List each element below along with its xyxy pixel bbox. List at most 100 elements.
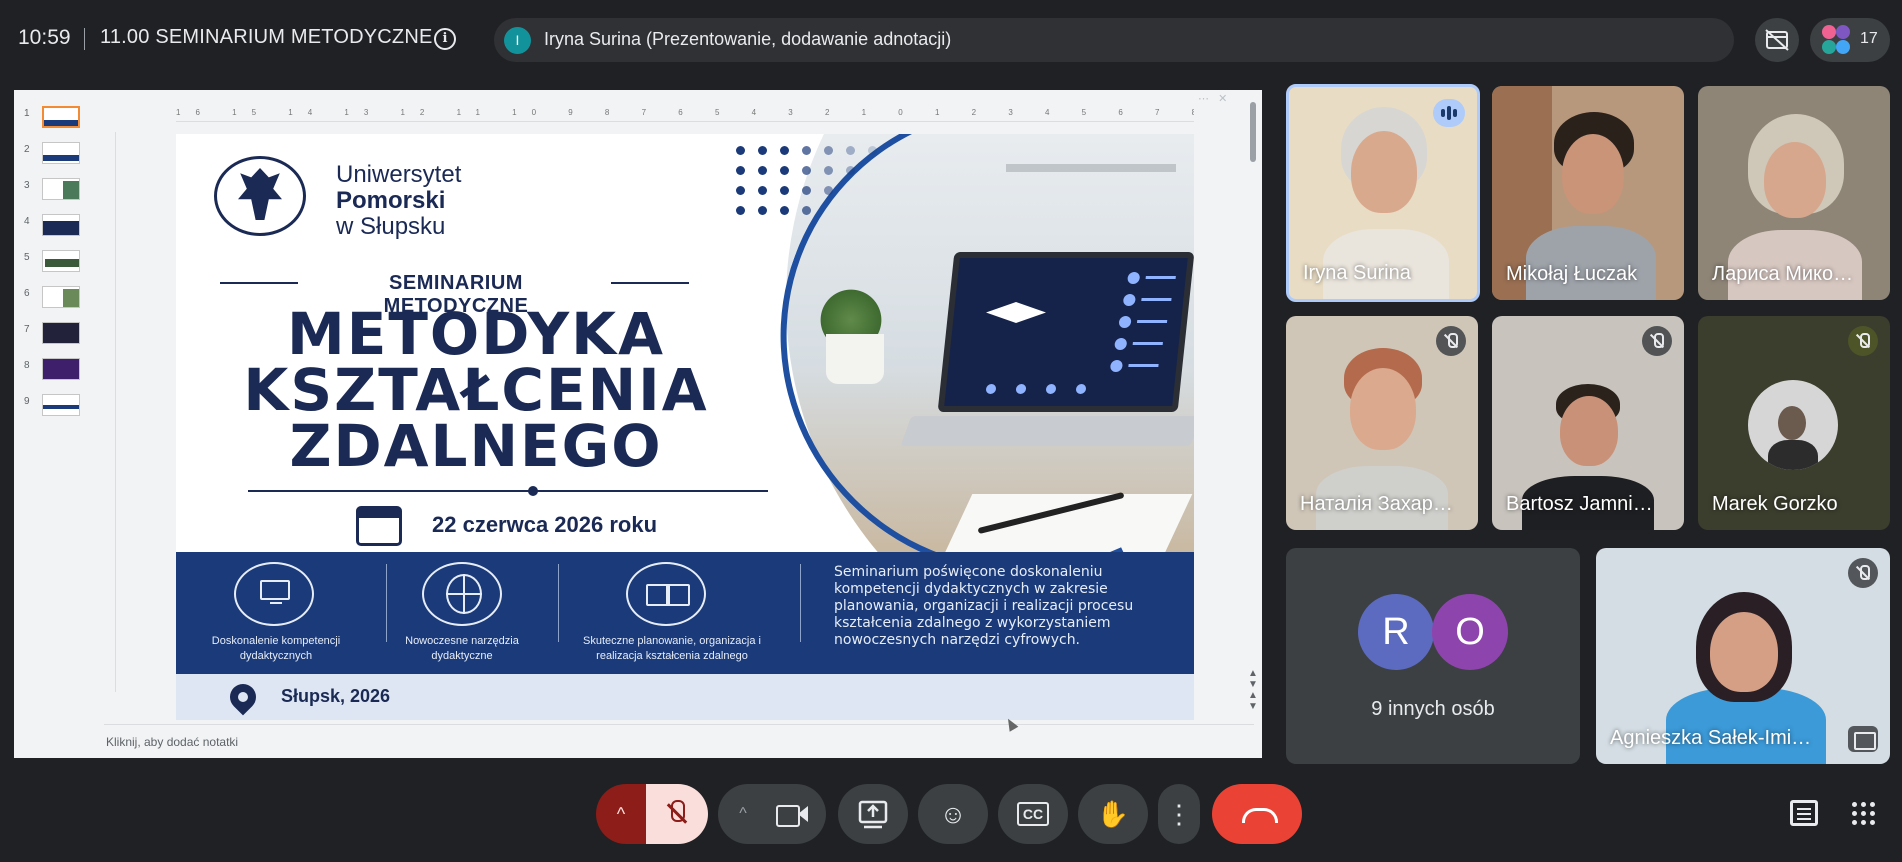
slide-title-line: KSZTAŁCENIA (243, 356, 709, 424)
recording-disabled-button[interactable] (1755, 18, 1799, 62)
participant-tile[interactable]: Agnieszka Sałek-Imi… (1596, 548, 1890, 764)
feature-caption: Doskonalenie kompetencji dydaktycznych (211, 635, 341, 662)
thumbnail-number: 2 (24, 144, 30, 155)
feature-divider (386, 564, 387, 642)
speaker-notes-field[interactable]: Kliknij, aby dodać notatki (104, 724, 1254, 754)
mini-avatar-icon (1836, 40, 1850, 54)
thumbnail-number: 9 (24, 396, 30, 407)
participant-tile[interactable]: Marek Gorzko (1698, 316, 1890, 530)
slide-thumbnail[interactable]: 8 (14, 356, 94, 386)
divider-dot (528, 486, 538, 496)
more-vert-icon: ⋮ (1166, 799, 1192, 829)
participant-tile[interactable]: Iryna Surina (1286, 84, 1480, 302)
thumbnail-number: 3 (24, 180, 30, 191)
participant-name: Agnieszka Sałek-Imi… (1610, 727, 1812, 749)
more-options-button[interactable]: ⋮ (1158, 784, 1200, 844)
raise-hand-button[interactable]: ✋ (1078, 784, 1148, 844)
participant-name: Bartosz Jamni… (1506, 493, 1653, 515)
slide-thumbnails-panel: 1 2 3 4 5 6 7 8 9 (14, 102, 94, 712)
divider-line (611, 282, 689, 284)
microphone-muted-button[interactable] (646, 784, 708, 844)
presentation-window-controls[interactable]: ⋯ ✕ (1198, 92, 1227, 105)
vertical-ruler (102, 132, 116, 692)
meeting-clock: 10:59 (18, 26, 71, 49)
scroll-arrows[interactable]: ▲ ▼ ▲ ▼ (1248, 668, 1258, 712)
slide-thumbnail[interactable]: 3 (14, 176, 94, 206)
participant-tile[interactable]: Лариса Мико… (1698, 86, 1890, 300)
slide-title-line: METODYKA (287, 300, 665, 368)
picture-in-picture-icon[interactable] (1848, 726, 1878, 752)
university-name-line: Pomorski (336, 187, 446, 214)
thumbnail-preview (42, 142, 80, 164)
participants-button[interactable]: 17 (1810, 18, 1890, 62)
leave-call-button[interactable] (1212, 784, 1302, 844)
avatar-icon: O (1432, 594, 1508, 670)
slide-thumbnail[interactable]: 9 (14, 392, 94, 422)
book-icon (626, 562, 706, 626)
thumbnail-preview (42, 178, 80, 200)
slide-thumbnail[interactable]: 5 (14, 248, 94, 278)
university-name-line: w Słupsku (336, 213, 446, 240)
emoji-icon: ☺ (939, 799, 967, 829)
slide-main-title: METODYKA KSZTAŁCENIA ZDALNEGO (216, 300, 736, 480)
camera-control: ^ (718, 784, 826, 844)
presenter-avatar: I (504, 27, 531, 54)
captions-icon: CC (1016, 802, 1050, 826)
info-icon[interactable]: i (434, 28, 456, 50)
chat-icon[interactable] (1790, 800, 1818, 826)
recording-disabled-icon (1765, 29, 1789, 51)
present-screen-icon (858, 800, 888, 829)
camera-options-button[interactable]: ^ (726, 784, 760, 844)
presenter-banner[interactable]: I Iryna Surina (Prezentowanie, dodawanie… (494, 18, 1734, 62)
university-name-line: Uniwersytet (336, 161, 462, 188)
microphone-control: ^ (596, 784, 708, 844)
participant-tile[interactable]: Наталія Захар… (1286, 316, 1478, 530)
participant-video (1764, 142, 1826, 218)
avatar-icon: R (1358, 594, 1434, 670)
participant-name: Mikołaj Łuczak (1506, 263, 1638, 285)
reactions-button[interactable]: ☺ (918, 784, 988, 844)
slide-thumbnail[interactable]: 4 (14, 212, 94, 242)
slide-thumbnail[interactable]: 6 (14, 284, 94, 314)
participant-avatar (1748, 380, 1838, 470)
horizontal-ruler: 16 15 14 13 12 11 10 9 8 7 6 5 4 3 2 1 0… (176, 108, 1194, 122)
slide-scrollbar[interactable] (1250, 102, 1256, 162)
slide-thumbnail[interactable]: 7 (14, 320, 94, 350)
camera-button[interactable] (764, 790, 820, 838)
slide-title-line: ZDALNEGO (289, 412, 663, 480)
thumbnail-number: 6 (24, 288, 30, 299)
microphone-muted-icon (1848, 558, 1878, 588)
apps-grid-icon[interactable] (1852, 802, 1876, 826)
decorative-dot-grid (736, 146, 976, 236)
speaking-indicator-icon (1433, 99, 1465, 127)
mini-avatar-icon (1836, 25, 1850, 39)
captions-button[interactable]: CC (998, 784, 1068, 844)
participant-video (1560, 396, 1618, 466)
thumbnail-preview (42, 358, 80, 380)
present-screen-button[interactable] (838, 784, 908, 844)
thumbnail-preview (42, 214, 80, 236)
mini-avatar-icon (1822, 40, 1836, 54)
divider-line (220, 282, 298, 284)
thumbnail-number: 7 (24, 324, 30, 335)
thumbnail-number: 1 (24, 108, 30, 119)
slide-thumbnail[interactable]: 1 (14, 104, 94, 134)
others-tile[interactable]: R O 9 innych osób (1286, 548, 1580, 764)
participant-tile[interactable]: Mikołaj Łuczak (1492, 86, 1684, 300)
thumbnail-preview (42, 322, 80, 344)
microphone-options-button[interactable]: ^ (596, 784, 646, 844)
top-bar: 10:59 11.00 SEMINARIUM METODYCZNE i I Ir… (0, 0, 1902, 78)
participant-video (1710, 612, 1778, 692)
globe-icon (422, 562, 502, 626)
university-name: Uniwersytet Pomorski w Słupsku (336, 162, 461, 240)
participant-tile[interactable]: Bartosz Jamni… (1492, 316, 1684, 530)
event-date: 22 czerwca 2026 roku (432, 512, 658, 537)
notes-placeholder: Kliknij, aby dodać notatki (106, 735, 239, 749)
slide-thumbnail[interactable]: 2 (14, 140, 94, 170)
participant-name: Marek Gorzko (1712, 493, 1838, 515)
participant-video (1350, 368, 1416, 450)
microphone-muted-icon (1642, 326, 1672, 356)
divider-line (248, 490, 768, 492)
presenter-label: Iryna Surina (Prezentowanie, dodawanie a… (544, 29, 952, 49)
calendar-icon (356, 506, 402, 546)
